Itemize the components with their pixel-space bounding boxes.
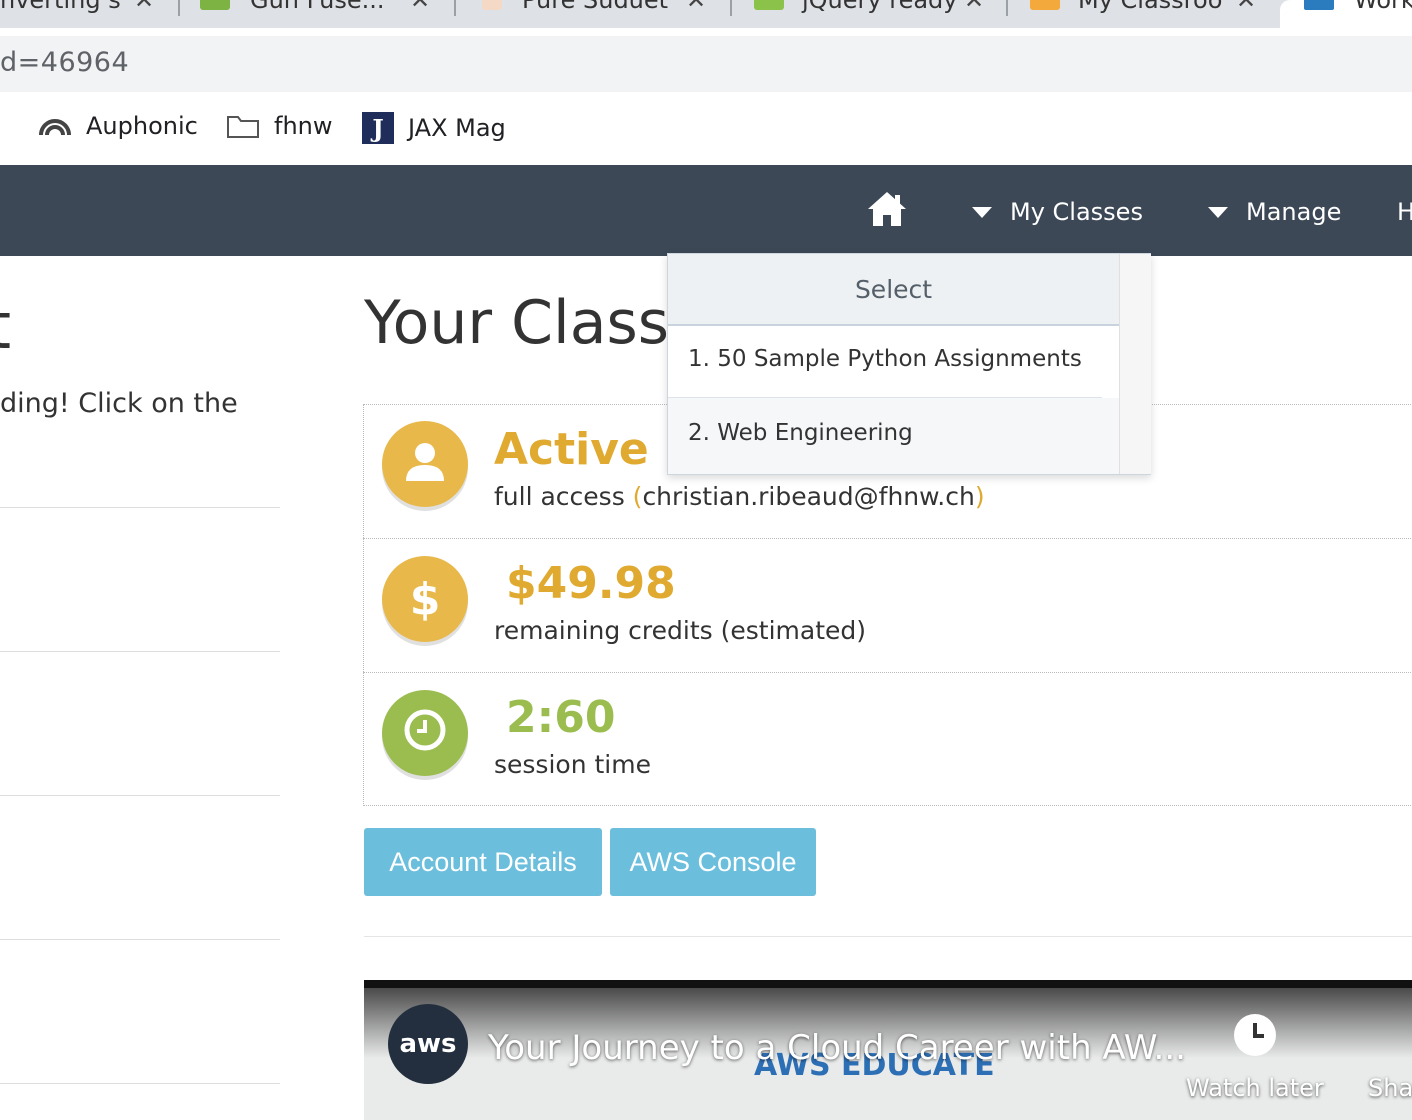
bookmark-fhnw[interactable]: fhnw (226, 112, 333, 140)
video-embed[interactable]: AWS EDUCATE aws Your Journey to a Cloud … (364, 980, 1412, 1120)
dollar-icon: $ (382, 556, 468, 642)
navbar (0, 165, 1412, 256)
access-text: full access (christian.ribeaud@fhnw.ch) (494, 482, 985, 511)
divider (0, 651, 280, 652)
browser-tab[interactable]: nverting s ✕ (0, 0, 170, 28)
home-icon[interactable] (866, 190, 908, 228)
divider (0, 1083, 280, 1084)
jquery-favicon-icon (754, 0, 784, 10)
bookmark-jax-mag[interactable]: J JAX Mag (362, 112, 506, 144)
caret-down-icon (1208, 206, 1228, 218)
jax-icon: J (362, 112, 394, 144)
divider (668, 397, 1102, 398)
nav-my-classes[interactable]: My Classes (972, 198, 1143, 226)
tab-separator (730, 0, 732, 16)
work-favicon-icon (1304, 0, 1334, 10)
left-text-fragment: ding! Click on the (0, 388, 238, 419)
user-status-icon (382, 421, 468, 507)
account-details-button[interactable]: Account Details (364, 828, 602, 896)
svg-text:$: $ (410, 574, 441, 625)
url-text[interactable]: d=46964 (0, 47, 129, 78)
dropdown-item[interactable]: 2. Web Engineering (688, 420, 913, 446)
browser-tab[interactable]: Pure Suduet ✕ (482, 0, 712, 28)
watch-later-label[interactable]: Watch later (1186, 1074, 1324, 1102)
dropdown-header: Select (668, 254, 1119, 326)
active-browser-tab[interactable]: Work (1280, 0, 1412, 36)
status-state: Active (494, 424, 649, 475)
session-value: 2:60 (506, 692, 616, 743)
dropdown-scrollbar[interactable] (1119, 254, 1151, 474)
folder-icon (227, 116, 259, 138)
clock-icon (382, 690, 468, 776)
bookmarks-bar (0, 100, 1412, 156)
close-icon[interactable]: ✕ (410, 0, 430, 14)
divider (363, 672, 1412, 673)
aws-console-button[interactable]: AWS Console (610, 828, 816, 896)
doc-favicon-icon (482, 0, 502, 10)
tab-separator (178, 0, 180, 16)
close-icon[interactable]: ✕ (134, 0, 154, 14)
left-heading-fragment: t (0, 290, 11, 364)
video-title[interactable]: Your Journey to a Cloud Career with AW..… (488, 1028, 1186, 1068)
credits-label: remaining credits (estimated) (494, 616, 867, 645)
close-icon[interactable]: ✕ (1236, 0, 1256, 14)
user-email: christian.ribeaud@fhnw.ch (642, 482, 975, 511)
aws-channel-logo[interactable]: aws (388, 1004, 468, 1084)
credits-value: $49.98 (506, 558, 676, 609)
caret-down-icon (972, 206, 992, 218)
share-label[interactable]: Sha (1368, 1074, 1412, 1102)
browser-tab[interactable]: jQuery ready ✕ (754, 0, 994, 28)
books-favicon-icon (1030, 0, 1060, 10)
tab-separator (454, 0, 456, 16)
browser-tab[interactable]: My Classroo ✕ (1030, 0, 1270, 28)
divider (363, 538, 1412, 539)
address-bar[interactable] (0, 36, 1412, 92)
close-icon[interactable]: ✕ (964, 0, 984, 14)
divider (364, 936, 1412, 937)
session-label: session time (494, 750, 651, 779)
auphonic-icon (39, 119, 71, 136)
nav-manage[interactable]: Manage (1208, 198, 1341, 226)
my-classes-dropdown: Select 1. 50 Sample Python Assignments 2… (667, 253, 1151, 475)
browser-tab[interactable]: Gun Fuse... ✕ (200, 0, 440, 28)
divider (0, 939, 280, 940)
nav-partial-item[interactable]: H (1397, 198, 1412, 226)
dropdown-item[interactable]: 1. 50 Sample Python Assignments (688, 346, 1082, 372)
divider (0, 507, 280, 508)
divider (0, 795, 280, 796)
bookmark-auphonic[interactable]: Auphonic (38, 112, 198, 140)
image-favicon-icon (200, 0, 230, 10)
tab-separator (1006, 0, 1008, 16)
clock-icon[interactable] (1234, 1014, 1276, 1056)
close-icon[interactable]: ✕ (686, 0, 706, 14)
browser-tab-strip: nverting s ✕ Gun Fuse... ✕ Pure Suduet ✕… (0, 0, 1412, 28)
